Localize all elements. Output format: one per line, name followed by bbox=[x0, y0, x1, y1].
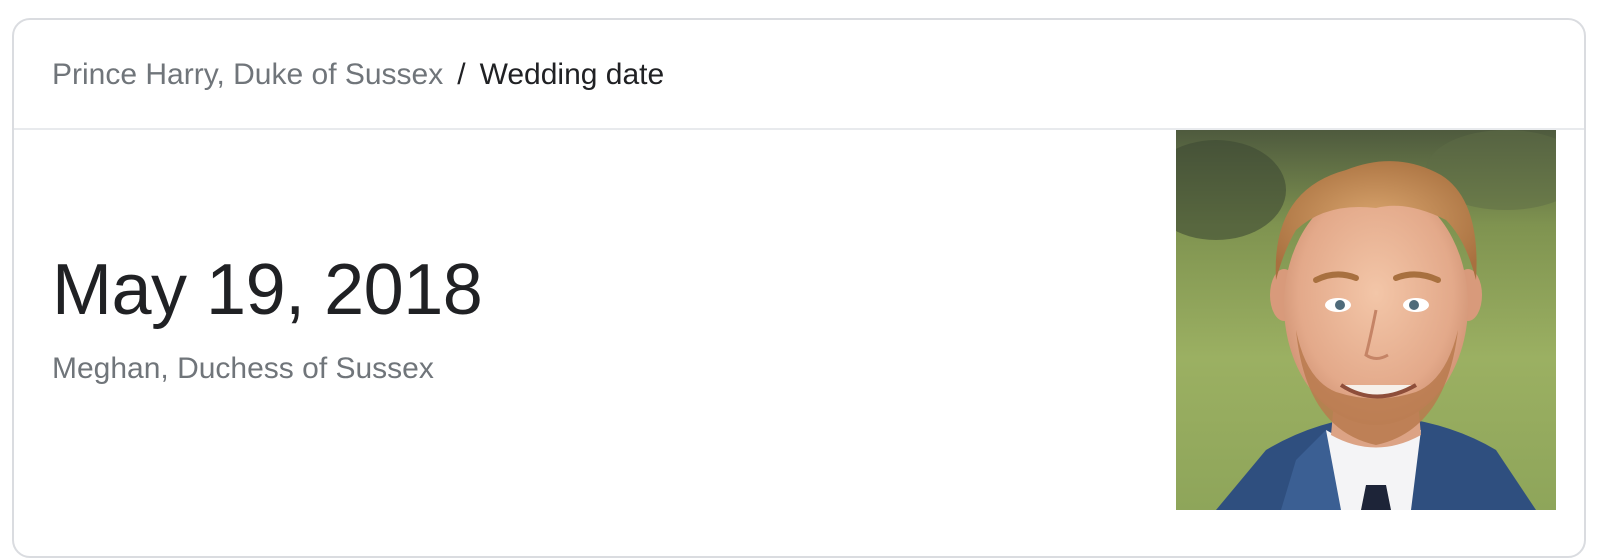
portrait-photo[interactable] bbox=[1176, 130, 1556, 510]
breadcrumb: Prince Harry, Duke of Sussex / Wedding dat… bbox=[52, 56, 664, 94]
portrait-image bbox=[1176, 130, 1556, 510]
answer-date: May 19, 2018 bbox=[52, 250, 483, 330]
knowledge-card: Prince Harry, Duke of Sussex / Wedding dat… bbox=[12, 18, 1586, 558]
card-header: Prince Harry, Duke of Sussex / Wedding dat… bbox=[14, 20, 1584, 130]
breadcrumb-entity-link[interactable]: Prince Harry, Duke of Sussex bbox=[52, 58, 443, 91]
breadcrumb-current: Wedding date bbox=[479, 58, 665, 91]
spouse-link[interactable]: Meghan, Duchess of Sussex bbox=[52, 350, 434, 388]
breadcrumb-separator: / bbox=[457, 58, 466, 91]
